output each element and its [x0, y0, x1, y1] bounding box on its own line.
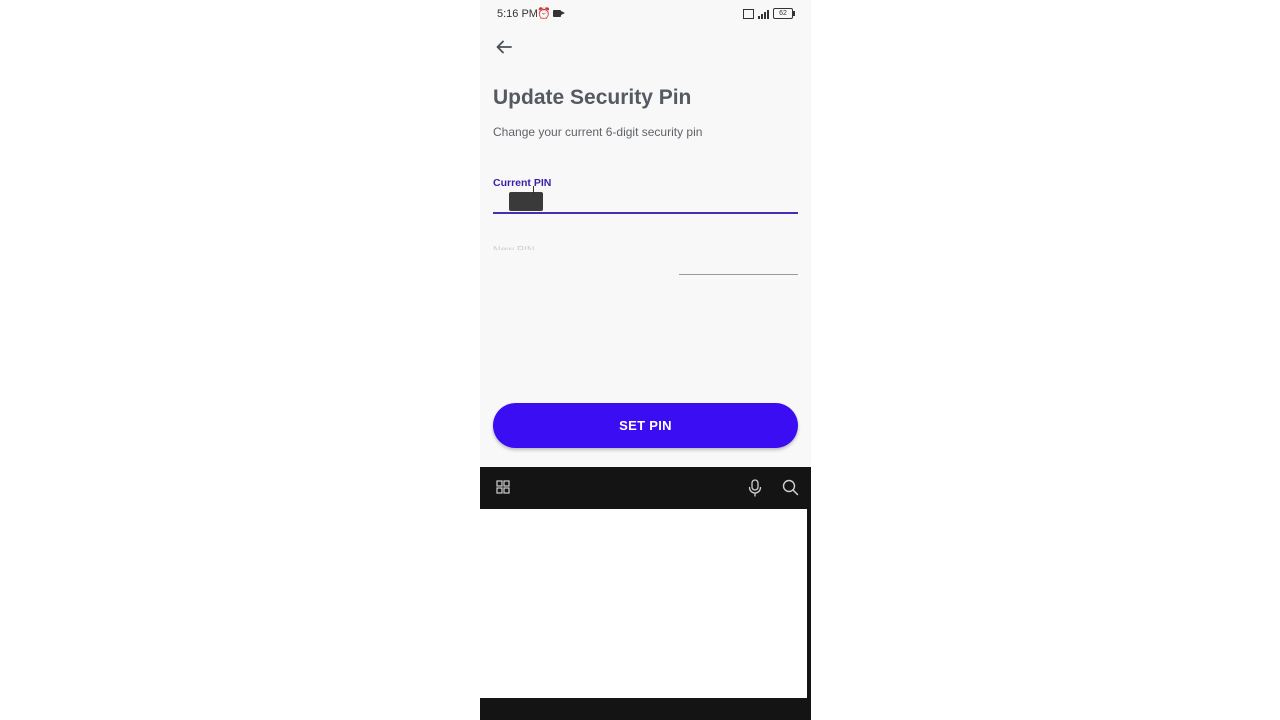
- alarm-icon: ⏰: [537, 8, 551, 20]
- page-subtitle: Change your current 6-digit security pin: [493, 125, 703, 139]
- page-title: Update Security Pin: [493, 86, 692, 109]
- status-bar: 5:16 PM ⏰ 62: [480, 0, 811, 28]
- new-pin-field[interactable]: New PIN: [493, 240, 798, 280]
- keyboard-edge: [807, 509, 811, 698]
- battery-level: 62: [779, 10, 787, 17]
- search-icon[interactable]: [782, 479, 799, 496]
- back-button[interactable]: [493, 36, 515, 58]
- text-cursor: [533, 186, 534, 196]
- keyboard-toolbar: [480, 467, 811, 509]
- data-saver-icon: [743, 8, 754, 19]
- battery-icon: 62: [773, 8, 795, 19]
- navigation-bar: [480, 698, 811, 720]
- current-pin-label: Current PIN: [493, 177, 552, 189]
- redacted-pin-value: [509, 192, 543, 211]
- arrow-left-icon: [496, 40, 512, 54]
- current-pin-field[interactable]: Current PIN: [493, 175, 798, 215]
- grid-icon[interactable]: [496, 480, 510, 494]
- current-pin-underline: [493, 212, 798, 214]
- phone-screen: 5:16 PM ⏰ 62 Update Security Pin Change …: [480, 0, 811, 720]
- new-pin-label: New PIN: [493, 244, 535, 250]
- new-pin-underline: [679, 274, 798, 275]
- status-time: 5:16 PM: [497, 8, 538, 20]
- keyboard-area: [480, 509, 807, 698]
- set-pin-button[interactable]: SET PIN: [493, 403, 798, 448]
- signal-icon: [758, 9, 769, 19]
- video-camera-icon: [553, 10, 565, 17]
- status-indicators: 62: [743, 8, 795, 19]
- microphone-icon[interactable]: [747, 479, 763, 497]
